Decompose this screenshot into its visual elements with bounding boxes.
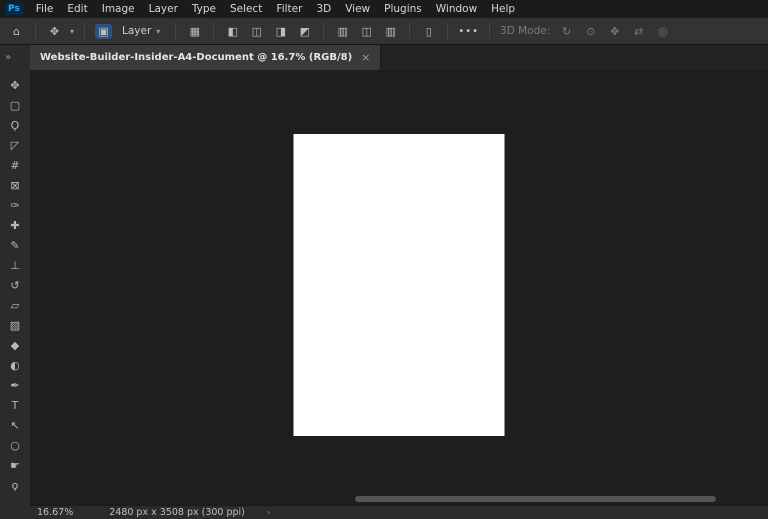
transform-controls-icon[interactable]: ▦ xyxy=(186,25,203,38)
menu-help[interactable]: Help xyxy=(484,3,522,15)
document-tab-title: Website-Builder-Insider-A4-Document @ 16… xyxy=(40,52,352,63)
crop-tool[interactable]: # xyxy=(0,155,30,175)
align-right-edges-icon[interactable]: ◨ xyxy=(272,25,289,38)
layer-select-label: Layer xyxy=(122,25,151,37)
menu-layer[interactable]: Layer xyxy=(142,3,185,15)
3d-mode-label: 3D Mode: xyxy=(500,25,550,37)
pen-tool[interactable]: ✒ xyxy=(0,375,30,395)
brush-tool[interactable]: ✎ xyxy=(0,235,30,255)
path-selection-tool[interactable]: ↖ xyxy=(0,415,30,435)
menu-plugins[interactable]: Plugins xyxy=(377,3,429,15)
object-selection-tool[interactable]: ◸ xyxy=(0,135,30,155)
main-area: ✥▢Ϙ◸#⊠✑✚✎⊥↺▱▨◆◐✒T↖○☛ϙ 16.67% 2480 px x 3… xyxy=(0,70,768,519)
horizontal-scrollbar-thumb[interactable] xyxy=(355,496,717,502)
rectangular-marquee-tool[interactable]: ▢ xyxy=(0,95,30,115)
lasso-tool[interactable]: Ϙ xyxy=(0,115,30,135)
hand-tool[interactable]: ☛ xyxy=(0,455,30,475)
divider xyxy=(84,23,85,39)
blur-tool[interactable]: ◆ xyxy=(0,335,30,355)
home-icon[interactable]: ⌂ xyxy=(8,25,25,38)
auto-select-target-dropdown[interactable]: Layer ▾ xyxy=(117,23,165,39)
menu-items: FileEditImageLayerTypeSelectFilter3DView… xyxy=(29,3,522,15)
tab-bar: » Website-Builder-Insider-A4-Document @ … xyxy=(0,45,768,70)
menu-image[interactable]: Image xyxy=(95,3,142,15)
3d-roll-icon[interactable]: ⊙ xyxy=(582,25,599,38)
align-group: ◧ ◫ ◨ ◩ xyxy=(224,25,313,38)
distribute-group: ▥ ◫ ▥ xyxy=(334,25,399,38)
toolbar-collapse-button[interactable]: » xyxy=(0,45,30,70)
menu-file[interactable]: File xyxy=(29,3,61,15)
align-left-edges-icon[interactable]: ◧ xyxy=(224,25,241,38)
menu-edit[interactable]: Edit xyxy=(60,3,94,15)
tab-close-icon[interactable]: × xyxy=(361,51,370,64)
3d-camera-icon[interactable]: ◎ xyxy=(654,25,671,38)
chevron-down-icon: ▾ xyxy=(156,27,160,36)
dodge-tool[interactable]: ◐ xyxy=(0,355,30,375)
menu-view[interactable]: View xyxy=(338,3,377,15)
menu-select[interactable]: Select xyxy=(223,3,269,15)
divider xyxy=(213,23,214,39)
divider xyxy=(175,23,176,39)
gradient-tool[interactable]: ▨ xyxy=(0,315,30,335)
history-brush-tool[interactable]: ↺ xyxy=(0,275,30,295)
options-bar: ⌂ ✥ ▾ ▣ Layer ▾ ▦ ◧ ◫ ◨ ◩ ▥ ◫ ▥ ▯ ••• 3D Mode… xyxy=(0,18,768,45)
zoom-tool[interactable]: ϙ xyxy=(0,475,30,495)
align-top-edges-icon[interactable]: ◩ xyxy=(296,25,313,38)
frame-tool[interactable]: ⊠ xyxy=(0,175,30,195)
auto-select-toggle-icon[interactable]: ▣ xyxy=(95,24,112,39)
document-tab[interactable]: Website-Builder-Insider-A4-Document @ 16… xyxy=(30,45,381,70)
distribute-spacing-icon[interactable]: ▯ xyxy=(420,25,437,38)
divider xyxy=(323,23,324,39)
3d-mode-group: ↻ ⊙ ✥ ⇄ ◎ xyxy=(558,25,671,38)
clone-stamp-tool[interactable]: ⊥ xyxy=(0,255,30,275)
3d-orbit-icon[interactable]: ↻ xyxy=(558,25,575,38)
distribute-horizontal-centers-icon[interactable]: ◫ xyxy=(358,25,375,38)
zoom-level-field[interactable]: 16.67% xyxy=(37,507,73,518)
more-options-icon[interactable]: ••• xyxy=(458,26,479,37)
3d-slide-icon[interactable]: ⇄ xyxy=(630,25,647,38)
menu-3d[interactable]: 3D xyxy=(309,3,338,15)
move-tool-icon[interactable]: ✥ xyxy=(46,25,63,38)
menu-window[interactable]: Window xyxy=(429,3,484,15)
tools-panel: ✥▢Ϙ◸#⊠✑✚✎⊥↺▱▨◆◐✒T↖○☛ϙ xyxy=(0,70,30,519)
status-menu-chevron-icon[interactable]: › xyxy=(267,508,271,518)
chevron-down-icon[interactable]: ▾ xyxy=(70,27,74,36)
move-tool[interactable]: ✥ xyxy=(0,75,30,95)
eraser-tool[interactable]: ▱ xyxy=(0,295,30,315)
divider xyxy=(35,23,36,39)
double-chevron-icon: » xyxy=(5,52,11,63)
menu-filter[interactable]: Filter xyxy=(269,3,309,15)
divider xyxy=(489,23,490,39)
align-horizontal-centers-icon[interactable]: ◫ xyxy=(248,25,265,38)
photoshop-window: Ps FileEditImageLayerTypeSelectFilter3DV… xyxy=(0,0,768,519)
status-bar: 16.67% 2480 px x 3508 px (300 ppi) › xyxy=(30,505,768,519)
ellipse-shape-tool[interactable]: ○ xyxy=(0,435,30,455)
menu-type[interactable]: Type xyxy=(185,3,223,15)
photoshop-logo-icon[interactable]: Ps xyxy=(5,3,23,16)
divider xyxy=(447,23,448,39)
menubar: Ps FileEditImageLayerTypeSelectFilter3DV… xyxy=(0,0,768,18)
distribute-right-edges-icon[interactable]: ▥ xyxy=(382,25,399,38)
type-tool[interactable]: T xyxy=(0,395,30,415)
document-dimensions: 2480 px x 3508 px (300 ppi) xyxy=(109,507,245,518)
spot-healing-brush-tool[interactable]: ✚ xyxy=(0,215,30,235)
canvas-column: 16.67% 2480 px x 3508 px (300 ppi) › xyxy=(30,70,768,519)
eyedropper-tool[interactable]: ✑ xyxy=(0,195,30,215)
canvas-area[interactable] xyxy=(30,70,768,505)
move-tool-options[interactable]: ✥ ▾ xyxy=(46,25,74,38)
distribute-left-edges-icon[interactable]: ▥ xyxy=(334,25,351,38)
divider xyxy=(409,23,410,39)
3d-pan-icon[interactable]: ✥ xyxy=(606,25,623,38)
document-canvas[interactable] xyxy=(294,134,505,436)
